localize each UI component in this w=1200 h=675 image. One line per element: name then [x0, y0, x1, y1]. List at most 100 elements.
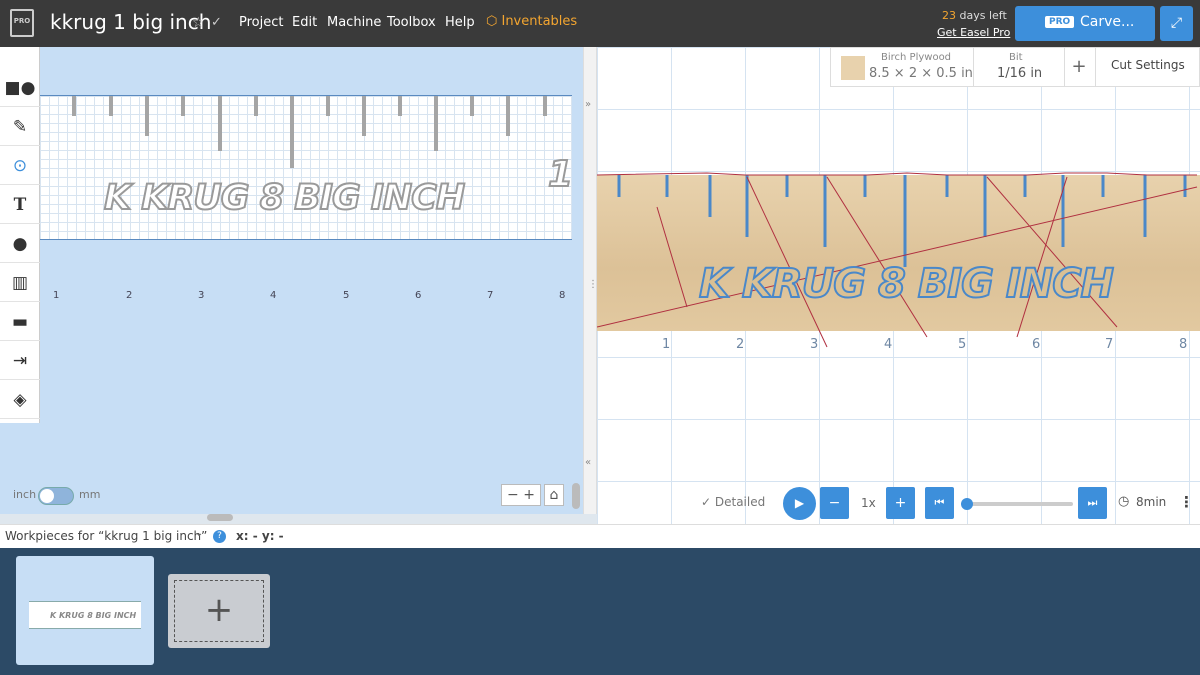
estimated-time: 8min [1136, 495, 1167, 509]
shapes-icon[interactable]: ■● [0, 69, 40, 107]
play-button[interactable]: ▶ [783, 487, 816, 520]
pro-badge: PRO [1045, 16, 1075, 28]
collapse-left-icon[interactable]: « [585, 457, 591, 468]
panel-divider[interactable]: » ⋮ « [583, 47, 598, 514]
easel-logo-icon[interactable]: PRO [10, 9, 34, 37]
preview-text: K KRUG 8 BIG INCH [698, 260, 1115, 308]
cube-icon[interactable]: ◈ [0, 381, 40, 419]
workpiece-thumbnail[interactable]: K KRUG 8 BIG INCH [16, 556, 154, 665]
carve-label: Carve... [1080, 14, 1135, 30]
bit-value[interactable]: 1/16 in [997, 66, 1042, 81]
separator [1064, 48, 1065, 86]
collapse-right-icon[interactable]: » [585, 99, 591, 110]
design-workpiece-grid[interactable]: K KRUG 8 BIG INCH 1 [40, 95, 574, 240]
add-workpiece-button[interactable]: + [168, 574, 270, 648]
separator [1095, 48, 1096, 86]
apple-icon[interactable]: ● [0, 225, 40, 263]
target-icon[interactable]: ⊙ [0, 147, 40, 185]
lego-brick-icon[interactable]: ▬ [0, 303, 40, 341]
faster-button[interactable]: + [886, 487, 915, 519]
expand-icon[interactable]: ⤢ [1160, 6, 1193, 41]
menu-project[interactable]: Project [239, 15, 283, 30]
vertical-scrollbar[interactable] [572, 483, 580, 509]
skip-end-icon[interactable]: ⏭ [1078, 487, 1107, 519]
menu-edit[interactable]: Edit [292, 15, 317, 30]
speed-value: 1x [861, 496, 876, 510]
clock-icon: ◷ [1118, 494, 1130, 509]
design-ruler-numbers: 1 2 3 4 5 6 7 8 [40, 290, 572, 304]
trial-days-left: 23 days left [942, 9, 1007, 22]
add-icon: + [174, 580, 264, 642]
ruler-number: 2 [736, 337, 745, 352]
carve-preview[interactable]: K KRUG 8 BIG INCH 1 2 3 4 5 6 7 8 [597, 47, 1200, 524]
menu-machine[interactable]: Machine [327, 15, 381, 30]
material-swatch[interactable] [841, 56, 865, 80]
ruler-number: 5 [958, 337, 967, 352]
import-icon[interactable]: ⇥ [0, 342, 40, 380]
ruler-number: 4 [884, 337, 893, 352]
material-size[interactable]: 8.5 × 2 × 0.5 in [869, 66, 973, 81]
top-bar: PRO kkrug 1 big inch ☆ ✓ Project Edit Ma… [0, 0, 1200, 47]
ruler-number: 1 [662, 337, 671, 352]
ruler-number: 7 [1105, 337, 1114, 352]
pen-icon[interactable]: ✎ [0, 108, 40, 146]
home-view-icon[interactable]: ⌂ [544, 484, 564, 506]
ruler-number: 7 [487, 290, 494, 301]
inventables-hex-icon: ⬡ [486, 14, 502, 29]
horizontal-scrollbar[interactable] [207, 514, 233, 521]
ruler-number: 8 [559, 290, 566, 301]
inventables-link[interactable]: ⬡ Inventables [486, 14, 577, 29]
menu-help[interactable]: Help [445, 15, 475, 30]
tool-sidebar: ■● ✎ ⊙ T ● ▥ ▬ ⇥ ◈ [0, 47, 40, 423]
workpieces-label: Workpieces for “kkrug 1 big inch” [5, 529, 208, 543]
ruler-number: 2 [126, 290, 133, 301]
saved-check-icon: ✓ [211, 15, 222, 30]
design-text[interactable]: K KRUG 8 BIG INCH [103, 177, 466, 219]
trial-days-suffix: days left [956, 9, 1007, 22]
carve-button[interactable]: PRO Carve... [1015, 6, 1155, 41]
ruler-number: 3 [198, 290, 205, 301]
project-title[interactable]: kkrug 1 big inch [50, 10, 211, 34]
get-easel-pro-link[interactable]: Get Easel Pro [937, 26, 1010, 39]
ruler-number: 1 [53, 290, 60, 301]
trial-days-count: 23 [942, 9, 956, 22]
ruler-number: 5 [343, 290, 350, 301]
add-bit-button[interactable]: + [1066, 56, 1092, 77]
unit-inch-label: inch [13, 488, 37, 501]
ruler-icon[interactable]: ▥ [0, 264, 40, 302]
workpiece-tray: K KRUG 8 BIG INCH + [0, 548, 1200, 675]
ruler-number: 6 [1032, 337, 1041, 352]
ruler-number: 3 [810, 337, 819, 352]
menu-toolbox[interactable]: Toolbox [387, 15, 436, 30]
toggle-knob [40, 489, 54, 503]
progress-slider[interactable] [961, 498, 1073, 510]
detailed-toggle[interactable]: ✓ Detailed [701, 495, 765, 509]
help-icon[interactable]: ? [213, 530, 226, 543]
chevron-down-icon[interactable]: ⌄ [195, 528, 203, 539]
material-settings-bar: Birch Plywood 8.5 × 2 × 0.5 in Bit 1/16 … [830, 47, 1200, 87]
text-tool-icon[interactable]: T [0, 186, 40, 224]
slower-button[interactable]: − [820, 487, 849, 519]
ruler-number: 8 [1179, 337, 1188, 352]
star-icon[interactable]: ☆ [192, 15, 205, 31]
design-cut-digit[interactable]: 1 [547, 153, 574, 196]
ruler-number: 4 [270, 290, 277, 301]
workpieces-bar: Workpieces for “kkrug 1 big inch” ⌄ ? x:… [0, 524, 1200, 548]
thumbnail-text: K KRUG 8 BIG INCH [50, 611, 137, 620]
zoom-in-button[interactable]: + [523, 487, 535, 503]
logo-badge: PRO [13, 17, 31, 25]
preview-ruler-numbers: 1 2 3 4 5 6 7 8 [597, 337, 1200, 353]
more-options-icon[interactable]: ⋮ [1179, 493, 1194, 511]
slider-knob[interactable] [961, 498, 973, 510]
bit-label: Bit [1009, 52, 1023, 63]
simulation-controls: ✓ Detailed ▶ − 1x + ⏮ ⏭ ◷ 8min ⋮ [597, 484, 1200, 524]
zoom-controls: − + [501, 484, 541, 506]
rewind-icon[interactable]: ⏮ [925, 487, 954, 519]
cursor-coordinates: x: - y: - [236, 529, 284, 543]
material-name[interactable]: Birch Plywood [881, 52, 951, 63]
cut-settings-button[interactable]: Cut Settings [1111, 58, 1185, 72]
unit-mm-label: mm [79, 488, 101, 501]
inventables-label: Inventables [501, 14, 578, 29]
zoom-out-button[interactable]: − [507, 487, 519, 503]
unit-toggle[interactable] [38, 487, 74, 505]
